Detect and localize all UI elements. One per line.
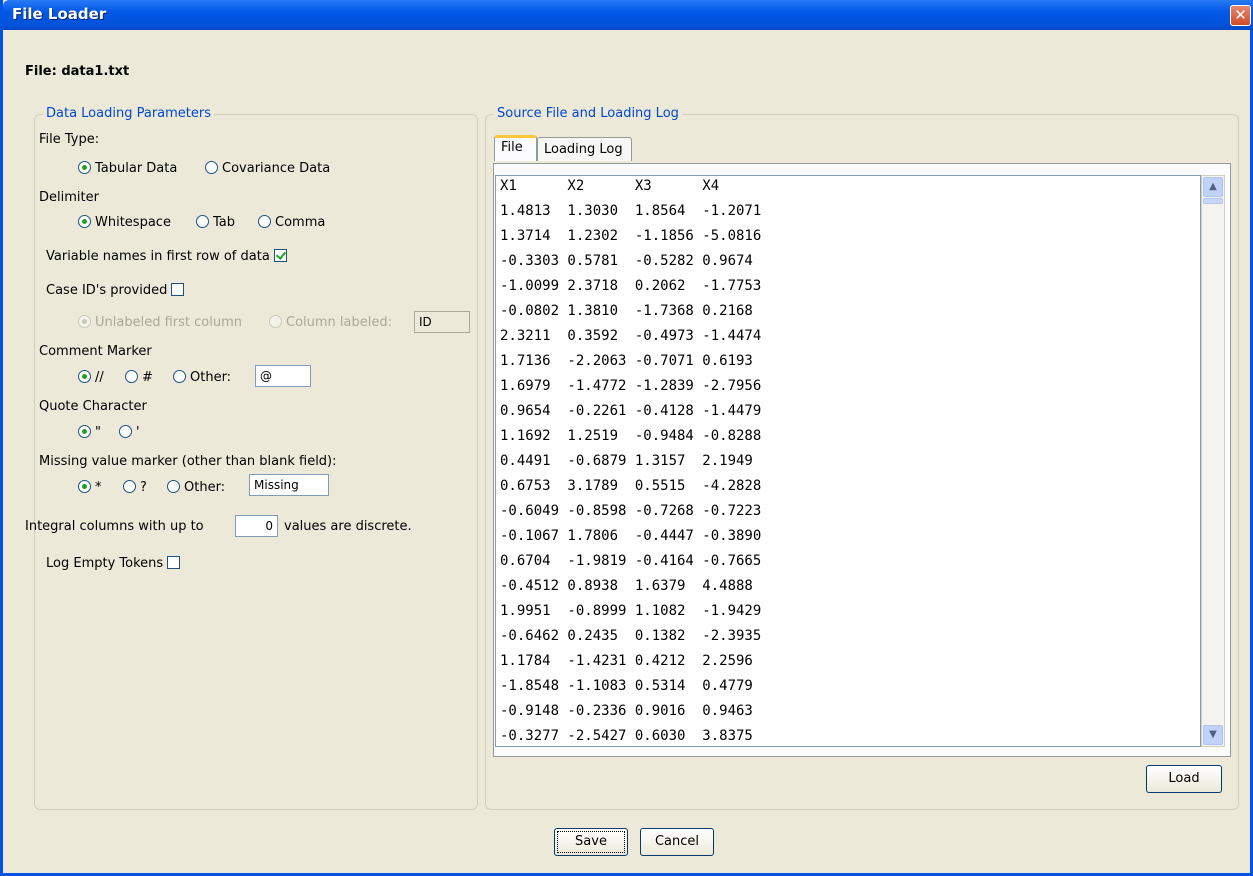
data-line: 1.1784 -1.4231 0.4212 2.2596 [500,653,753,669]
delimiter-label: Delimiter [39,190,99,205]
comment-marker-label: Comment Marker [39,344,152,359]
window-title: File Loader [12,5,107,23]
data-line: 1.9951 -0.8999 1.1082 -1.9429 [500,603,762,619]
radio-icon [269,315,282,328]
radio-covariance-data[interactable]: Covariance Data [205,161,330,176]
save-button[interactable]: Save [554,828,628,856]
radio-icon [123,480,136,493]
integral-columns-prefix: Integral columns with up to [25,519,204,534]
data-line: -0.3303 0.5781 -0.5282 0.9674 [500,253,753,269]
data-line: -1.8548 -1.1083 0.5314 0.4779 [500,678,753,694]
missing-value-label: Missing value marker (other than blank f… [39,454,337,469]
data-line: -0.6462 0.2435 0.1382 -2.3935 [500,628,762,644]
radio-unlabeled-first-column[interactable]: Unlabeled first column [78,315,242,330]
data-line: -0.9148 -0.2336 0.9016 0.9463 [500,703,753,719]
data-line: 0.9654 -0.2261 -0.4128 -1.4479 [500,403,762,419]
integral-columns-input[interactable]: 0 [235,515,278,537]
radio-icon [173,370,186,383]
radio-column-labeled[interactable]: Column labeled: [269,315,392,330]
radio-missing-other[interactable]: Other: [167,480,225,495]
radio-icon [78,215,91,228]
close-button[interactable]: ✕ [1230,5,1251,26]
radio-icon [78,425,91,438]
data-line: 1.3714 1.2302 -1.1856 -5.0816 [500,228,762,244]
file-type-label: File Type: [39,132,100,147]
tab-file[interactable]: File [494,135,537,161]
data-line: 0.6704 -1.9819 -0.4164 -0.7665 [500,553,762,569]
integral-columns-suffix: values are discrete. [284,519,412,534]
data-line: 1.7136 -2.2063 -0.7071 0.6193 [500,353,753,369]
radio-whitespace[interactable]: Whitespace [78,215,171,230]
data-line: -0.3277 -2.5427 0.6030 3.8375 [500,728,753,744]
tab-loading-log[interactable]: Loading Log [537,137,632,161]
checkbox-icon [167,556,181,569]
radio-icon [119,425,132,438]
radio-comment-hash[interactable]: # [125,370,153,385]
column-labeled-input[interactable]: ID [414,311,470,333]
data-line: 2.3211 0.3592 -0.4973 -1.4474 [500,328,762,344]
scroll-down-icon[interactable]: ▼ [1203,725,1223,745]
group-title: Source File and Loading Log [494,106,682,121]
radio-comment-slashes[interactable]: // [78,370,104,385]
radio-icon [78,480,91,493]
radio-missing-question[interactable]: ? [123,480,147,495]
load-button[interactable]: Load [1146,765,1222,793]
data-line: 1.4813 1.3030 1.8564 -1.2071 [500,203,762,219]
group-title: Data Loading Parameters [43,106,215,121]
radio-icon [258,215,271,228]
data-line: 0.4491 -0.6879 1.3157 2.1949 [500,453,753,469]
scroll-thumb[interactable] [1203,198,1223,204]
missing-other-input[interactable]: Missing [249,474,329,496]
comment-other-input[interactable]: @ [255,365,311,387]
data-line: -0.0802 1.3810 -1.7368 0.2168 [500,303,753,319]
radio-missing-star[interactable]: * [78,480,102,495]
data-line: -1.0099 2.3718 0.2062 -1.7753 [500,278,762,294]
radio-comment-other[interactable]: Other: [173,370,231,385]
file-loader-window: File Loader ✕ File: data1.txt Data Loadi… [0,0,1253,876]
file-content-area[interactable]: X1 X2 X3 X4 1.4813 1.3030 1.8564 -1.2071… [495,175,1201,747]
data-line: 1.6979 -1.4772 -1.2839 -2.7956 [500,378,762,394]
checkbox-icon [273,249,287,262]
radio-icon [78,370,91,383]
radio-icon [167,480,180,493]
variable-names-checkbox[interactable]: Variable names in first row of data [46,249,287,264]
vertical-scrollbar[interactable]: ▲ ▼ [1201,175,1225,747]
scroll-up-icon[interactable]: ▲ [1203,177,1223,197]
checkbox-icon [171,283,185,296]
data-line: -0.4512 0.8938 1.6379 4.4888 [500,578,753,594]
radio-icon [78,315,91,328]
title-bar[interactable]: File Loader ✕ [3,0,1253,30]
radio-tabular-data[interactable]: Tabular Data [78,161,177,176]
data-line: -0.6049 -0.8598 -0.7268 -0.7223 [500,503,762,519]
radio-icon [205,161,218,174]
data-line: X1 X2 X3 X4 [500,178,720,194]
radio-quote-double[interactable]: " [78,425,101,440]
cancel-button[interactable]: Cancel [640,828,714,856]
data-line: 1.1692 1.2519 -0.9484 -0.8288 [500,428,762,444]
radio-icon [125,370,138,383]
radio-icon [78,161,91,174]
file-name-label: File: data1.txt [25,64,130,79]
radio-comma[interactable]: Comma [258,215,325,230]
radio-quote-single[interactable]: ' [119,425,140,440]
data-line: 0.6753 3.1789 0.5515 -4.2828 [500,478,762,494]
radio-icon [196,215,209,228]
data-line: -0.1067 1.7806 -0.4447 -0.3890 [500,528,762,544]
log-empty-tokens-checkbox[interactable]: Log Empty Tokens [46,556,181,571]
radio-tab[interactable]: Tab [196,215,235,230]
quote-character-label: Quote Character [39,399,147,414]
case-ids-checkbox[interactable]: Case ID's provided [46,283,185,298]
